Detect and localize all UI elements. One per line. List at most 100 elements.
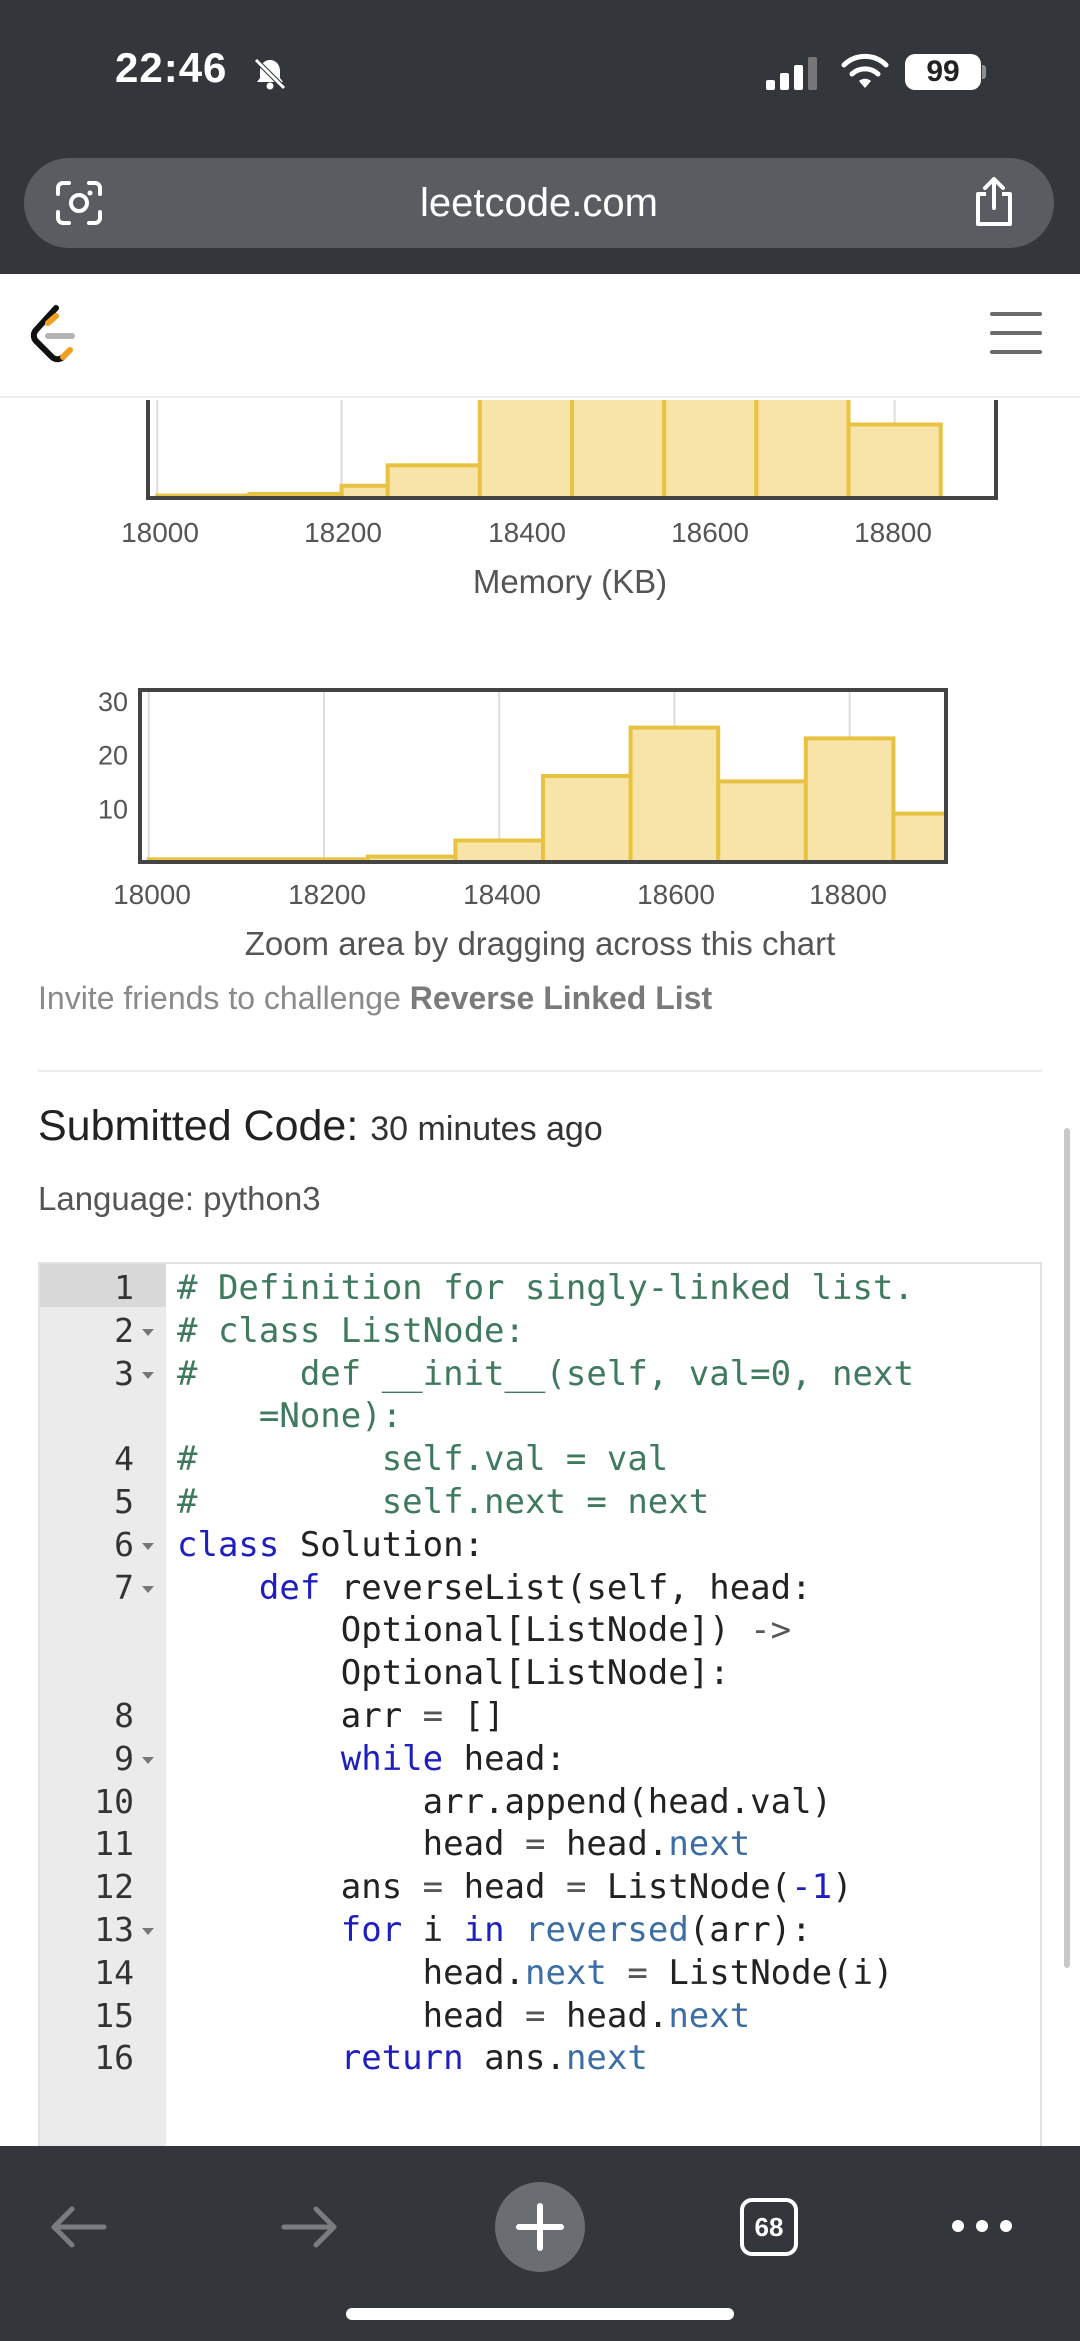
visual-search-icon[interactable]	[54, 180, 104, 226]
code-line[interactable]: # self.next = next	[177, 1482, 709, 1522]
fold-arrow-icon[interactable]	[142, 1585, 154, 1593]
line-number: 9	[114, 1738, 134, 1778]
memory-chart-bar	[662, 394, 759, 500]
code-line[interactable]: # def __init__(self, val=0, next	[177, 1354, 914, 1394]
language-label: Language: python3	[38, 1180, 321, 1217]
line-number: 10	[94, 1781, 134, 1821]
site-header	[0, 274, 1080, 398]
back-arrow-icon[interactable]	[48, 2202, 108, 2252]
leetcode-logo-icon[interactable]	[26, 304, 82, 366]
code-line[interactable]: head = head.next	[177, 1824, 751, 1864]
zoom-chart-svg[interactable]: 30 20 10 18000 18200 18400 18600 18800 Zoom ar…	[0, 670, 1080, 970]
cell-signal-icon	[766, 57, 817, 90]
zoom-chart-xtick: 18400	[463, 879, 541, 910]
share-icon[interactable]	[970, 176, 1018, 228]
more-options-icon[interactable]	[950, 2216, 1014, 2236]
memory-chart-svg: 18000 18200 18400 18600 18800 Memory (KB)	[121, 394, 998, 600]
browser-address-area: leetcode.com	[0, 150, 1080, 274]
code-line[interactable]: class Solution:	[177, 1525, 484, 1565]
battery-tip	[982, 65, 986, 79]
submitted-code-heading: Submitted Code: 30 minutes ago	[38, 1102, 603, 1151]
line-number: 5	[114, 1482, 134, 1521]
code-line[interactable]: for i in reversed(arr):	[177, 1910, 812, 1950]
page-scrollbar[interactable]	[1064, 1128, 1070, 1968]
invite-text: Invite friends to challenge Reverse Link…	[38, 980, 712, 1017]
section-divider	[38, 1070, 1042, 1072]
fold-arrow-icon[interactable]	[142, 1756, 154, 1764]
battery-indicator: 99	[905, 52, 986, 92]
line-number: 7	[114, 1567, 134, 1607]
memory-chart-xlabel: Memory (KB)	[473, 563, 667, 600]
zoom-chart-xtick: 18000	[113, 879, 191, 910]
memory-chart-bar	[754, 394, 851, 500]
code-line[interactable]: =None):	[177, 1396, 402, 1436]
code-line[interactable]: # self.val = val	[177, 1439, 668, 1479]
zoom-chart-xtick: 18800	[809, 879, 887, 910]
line-number: 16	[94, 2038, 134, 2078]
zoom-chart-ytick: 20	[98, 741, 128, 771]
zoom-chart-xtick: 18200	[288, 879, 366, 910]
zoom-navigator-chart[interactable]: 30 20 10 18000 18200 18400 18600 18800 Zoom ar…	[0, 670, 1080, 970]
code-line[interactable]: # Definition for singly-linked list.	[177, 1268, 914, 1308]
code-line[interactable]: head.next = ListNode(i)	[177, 1953, 894, 1993]
zoom-chart-bar	[628, 725, 721, 864]
line-number: 1	[114, 1268, 134, 1307]
code-line[interactable]: Optional[ListNode]) ->	[177, 1610, 791, 1650]
line-number: 14	[94, 1952, 134, 1992]
problem-link[interactable]: Reverse Linked List	[410, 980, 712, 1016]
line-number: 12	[94, 1867, 134, 1907]
code-line[interactable]: ans = head = ListNode(-1)	[177, 1867, 853, 1907]
url-text[interactable]: leetcode.com	[24, 158, 1054, 248]
memory-chart-xtick: 18200	[304, 517, 382, 548]
zoom-chart-bar	[716, 779, 808, 864]
memory-chart-xtick: 18800	[854, 517, 932, 548]
line-number: 6	[114, 1524, 134, 1564]
home-indicator	[346, 2308, 734, 2320]
line-number: 2	[114, 1310, 134, 1350]
memory-chart-bar	[846, 422, 943, 500]
fold-arrow-icon[interactable]	[142, 1371, 154, 1379]
code-line[interactable]: # class ListNode:	[177, 1311, 525, 1351]
code-line[interactable]: Optional[ListNode]:	[177, 1653, 730, 1693]
code-line[interactable]: arr = []	[177, 1696, 505, 1736]
line-number: 11	[94, 1824, 134, 1864]
memory-chart: 18000 18200 18400 18600 18800 Memory (KB)	[0, 394, 1080, 610]
line-number: 8	[114, 1696, 134, 1735]
tab-switcher-button[interactable]: 68	[740, 2198, 798, 2256]
zoom-chart-bar	[453, 838, 545, 864]
fold-arrow-icon[interactable]	[142, 1328, 154, 1336]
line-number: 4	[114, 1439, 134, 1479]
invite-prefix: Invite friends to challenge	[38, 980, 410, 1016]
zoom-chart-hint: Zoom area by dragging across this chart	[245, 925, 836, 962]
submitted-time: 30 minutes ago	[370, 1110, 603, 1148]
zoom-chart-bar	[803, 736, 896, 864]
code-line[interactable]: head = head.next	[177, 1996, 751, 2036]
new-tab-button[interactable]	[495, 2182, 585, 2272]
code-line[interactable]: return ans.next	[177, 2038, 648, 2078]
memory-chart-xtick: 18000	[121, 517, 199, 548]
code-line[interactable]: def reverseList(self, head:	[177, 1568, 812, 1608]
line-number: 3	[114, 1353, 134, 1393]
status-bar: 22:46 99	[0, 0, 1080, 150]
forward-arrow-icon[interactable]	[280, 2202, 340, 2252]
zoom-chart-ytick: 30	[98, 687, 128, 717]
wifi-icon	[841, 53, 889, 88]
fold-arrow-icon[interactable]	[142, 1928, 154, 1935]
zoom-chart-ytick: 10	[98, 794, 128, 824]
plus-icon	[516, 2203, 564, 2251]
submitted-label: Submitted Code:	[38, 1102, 359, 1150]
code-line[interactable]: while head:	[177, 1739, 566, 1779]
zoom-chart-xtick: 18600	[637, 879, 715, 910]
memory-chart-xtick: 18400	[488, 517, 566, 548]
address-bar[interactable]: leetcode.com	[24, 158, 1054, 248]
code-line[interactable]: arr.append(head.val)	[177, 1782, 832, 1822]
silent-bell-icon	[254, 58, 286, 90]
memory-chart-xtick: 18600	[671, 517, 749, 548]
memory-chart-bar	[477, 394, 574, 500]
battery-level: 99	[905, 54, 981, 90]
status-time: 22:46	[115, 44, 228, 91]
memory-chart-bar	[570, 394, 667, 500]
fold-arrow-icon[interactable]	[142, 1542, 154, 1550]
line-number: 13	[94, 1910, 134, 1949]
hamburger-menu-icon[interactable]	[990, 310, 1042, 356]
